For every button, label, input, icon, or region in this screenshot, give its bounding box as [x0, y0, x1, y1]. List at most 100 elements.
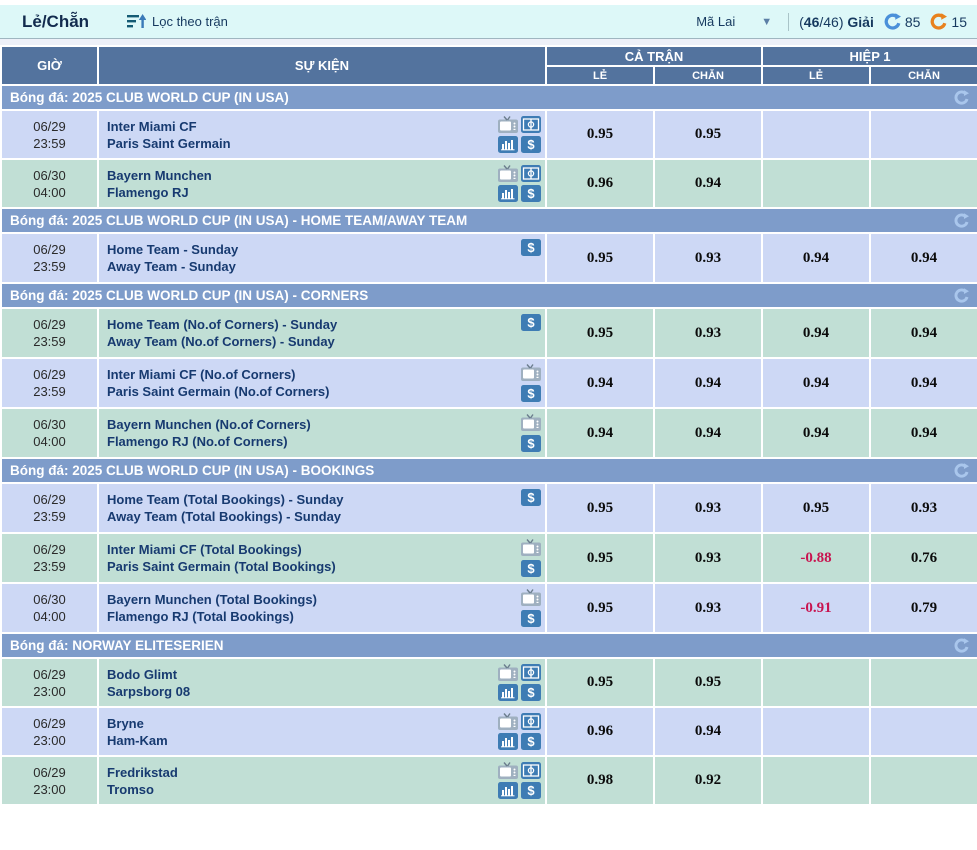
filter-by-match-label: Lọc theo trận — [152, 14, 228, 29]
odds-full-odd[interactable]: 0.98 — [546, 756, 654, 805]
dollar-icon[interactable]: $ — [521, 239, 541, 256]
dollar-icon[interactable]: $ — [521, 782, 541, 799]
away-selection: Sarpsborg 08 — [107, 683, 492, 700]
tv-icon[interactable] — [498, 713, 518, 730]
tv-icon[interactable] — [498, 762, 518, 779]
match-row: 06/3004:00Bayern MunchenFlamengo RJ$0.96… — [1, 159, 977, 208]
dollar-icon[interactable]: $ — [521, 560, 541, 577]
odds-half-odd[interactable]: 0.94 — [762, 408, 870, 458]
odds-full-even[interactable]: 0.94 — [654, 159, 762, 208]
language-dropdown[interactable]: Mã Lai ▼ — [690, 12, 778, 31]
refresh-primary-button[interactable]: 85 — [884, 13, 921, 30]
tv-icon[interactable] — [498, 116, 518, 133]
odds-full-even[interactable]: 0.95 — [654, 658, 762, 707]
odds-full-even[interactable]: 0.93 — [654, 233, 762, 283]
league-section-title: Bóng đá: 2025 CLUB WORLD CUP (IN USA) - … — [10, 463, 374, 478]
odds-half-even[interactable]: 0.93 — [870, 483, 977, 533]
odds-half-odd[interactable]: 0.94 — [762, 358, 870, 408]
match-datetime: 06/3004:00 — [1, 583, 98, 633]
pitch-icon[interactable] — [521, 116, 541, 133]
svg-text:$: $ — [527, 734, 535, 749]
odds-half-odd[interactable]: -0.88 — [762, 533, 870, 583]
odds-full-even[interactable]: 0.93 — [654, 483, 762, 533]
dollar-icon[interactable]: $ — [521, 610, 541, 627]
tv-icon[interactable] — [521, 539, 541, 556]
section-refresh-button[interactable] — [954, 638, 969, 653]
filter-by-match-button[interactable]: Lọc theo trận — [127, 14, 228, 29]
odds-full-odd[interactable]: 0.95 — [546, 110, 654, 159]
match-datetime: 06/2923:59 — [1, 233, 98, 283]
odds-full-odd[interactable]: 0.95 — [546, 583, 654, 633]
section-refresh-button[interactable] — [954, 90, 969, 105]
event-names: Bayern Munchen (Total Bookings)Flamengo … — [107, 591, 517, 625]
odds-full-even[interactable]: 0.93 — [654, 308, 762, 358]
svg-text:$: $ — [527, 436, 535, 451]
odds-half-odd[interactable]: 0.94 — [762, 308, 870, 358]
home-selection: Bryne — [107, 715, 492, 732]
odds-full-odd[interactable]: 0.94 — [546, 408, 654, 458]
event-icons: $ — [521, 539, 541, 577]
odds-half-odd[interactable]: 0.95 — [762, 483, 870, 533]
odds-full-even[interactable]: 0.93 — [654, 533, 762, 583]
tv-icon[interactable] — [498, 664, 518, 681]
dollar-icon[interactable]: $ — [521, 185, 541, 202]
pitch-icon[interactable] — [521, 762, 541, 779]
bar-chart-icon[interactable] — [498, 733, 518, 750]
dollar-icon[interactable]: $ — [521, 435, 541, 452]
dollar-icon[interactable]: $ — [521, 314, 541, 331]
dollar-icon[interactable]: $ — [521, 136, 541, 153]
odds-half-even[interactable]: 0.79 — [870, 583, 977, 633]
odds-half-even[interactable]: 0.76 — [870, 533, 977, 583]
odds-half-even[interactable]: 0.94 — [870, 308, 977, 358]
odds-full-odd[interactable]: 0.95 — [546, 533, 654, 583]
odds-half-even[interactable]: 0.94 — [870, 408, 977, 458]
league-section-header: Bóng đá: NORWAY ELITESERIEN — [1, 633, 977, 658]
dollar-icon[interactable]: $ — [521, 733, 541, 750]
odds-half-even[interactable]: 0.94 — [870, 358, 977, 408]
home-selection: Bodo Glimt — [107, 666, 492, 683]
odds-half-even[interactable]: 0.94 — [870, 233, 977, 283]
home-selection: Home Team (Total Bookings) - Sunday — [107, 491, 517, 508]
odds-half-odd[interactable]: -0.91 — [762, 583, 870, 633]
dollar-icon[interactable]: $ — [521, 489, 541, 506]
odds-full-even[interactable]: 0.94 — [654, 408, 762, 458]
bar-chart-icon[interactable] — [498, 136, 518, 153]
odds-half-odd — [762, 707, 870, 756]
odds-half-even — [870, 110, 977, 159]
odds-full-odd[interactable]: 0.95 — [546, 658, 654, 707]
match-time: 23:00 — [2, 732, 97, 749]
section-refresh-button[interactable] — [954, 463, 969, 478]
bar-chart-icon[interactable] — [498, 782, 518, 799]
bar-chart-icon[interactable] — [498, 185, 518, 202]
dollar-icon[interactable]: $ — [521, 684, 541, 701]
odds-full-even[interactable]: 0.94 — [654, 707, 762, 756]
match-row: 06/3004:00 Bayern Munchen (Total Bookings… — [1, 583, 977, 633]
odds-full-odd[interactable]: 0.95 — [546, 483, 654, 533]
odds-full-odd[interactable]: 0.95 — [546, 308, 654, 358]
refresh-icon — [930, 13, 947, 30]
odds-full-odd[interactable]: 0.96 — [546, 159, 654, 208]
event-names: FredrikstadTromso — [107, 764, 492, 798]
tv-icon[interactable] — [498, 165, 518, 182]
refresh-secondary-button[interactable]: 15 — [930, 13, 967, 30]
pitch-icon[interactable] — [521, 664, 541, 681]
section-refresh-button[interactable] — [954, 213, 969, 228]
odds-full-even[interactable]: 0.92 — [654, 756, 762, 805]
dollar-icon[interactable]: $ — [521, 385, 541, 402]
odds-half-odd[interactable]: 0.94 — [762, 233, 870, 283]
pitch-icon[interactable] — [521, 713, 541, 730]
odds-full-odd[interactable]: 0.94 — [546, 358, 654, 408]
odds-full-even[interactable]: 0.95 — [654, 110, 762, 159]
odds-full-even[interactable]: 0.93 — [654, 583, 762, 633]
tv-icon[interactable] — [521, 414, 541, 431]
match-time: 23:59 — [2, 508, 97, 525]
tv-icon[interactable] — [521, 589, 541, 606]
tv-icon[interactable] — [521, 364, 541, 381]
bar-chart-icon[interactable] — [498, 684, 518, 701]
odds-full-odd[interactable]: 0.96 — [546, 707, 654, 756]
odds-full-even[interactable]: 0.94 — [654, 358, 762, 408]
match-row: 06/2923:00BryneHam-Kam$0.960.94 — [1, 707, 977, 756]
pitch-icon[interactable] — [521, 165, 541, 182]
odds-full-odd[interactable]: 0.95 — [546, 233, 654, 283]
section-refresh-button[interactable] — [954, 288, 969, 303]
